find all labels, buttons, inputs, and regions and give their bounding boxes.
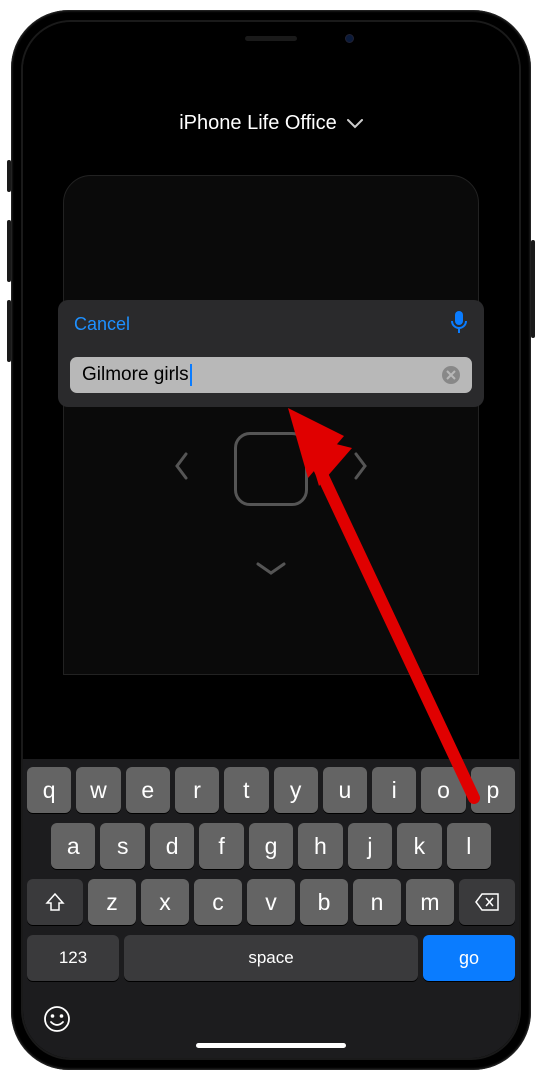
volume-down-button — [7, 300, 11, 362]
key-o[interactable]: o — [421, 767, 465, 813]
key-w[interactable]: w — [76, 767, 120, 813]
search-toolbar: Cancel — [58, 300, 484, 349]
key-t[interactable]: t — [224, 767, 268, 813]
key-h[interactable]: h — [298, 823, 342, 869]
dpad-select-button[interactable] — [234, 432, 308, 506]
dpad-row — [64, 432, 478, 506]
volume-up-button — [7, 220, 11, 282]
key-q[interactable]: q — [27, 767, 71, 813]
search-overlay: Cancel Gilmore girls — [64, 300, 478, 407]
screen: iPhone Life Office Cancel — [23, 22, 519, 1058]
backspace-key[interactable] — [459, 879, 515, 925]
key-f[interactable]: f — [199, 823, 243, 869]
front-camera — [345, 34, 354, 43]
shift-key[interactable] — [27, 879, 83, 925]
text-cursor — [190, 364, 192, 386]
search-text: Gilmore girls — [82, 364, 192, 386]
key-j[interactable]: j — [348, 823, 392, 869]
phone-device-frame: iPhone Life Office Cancel — [11, 10, 531, 1070]
chevron-down-icon — [347, 112, 363, 135]
clear-text-icon[interactable] — [442, 366, 460, 384]
key-z[interactable]: z — [88, 879, 136, 925]
key-a[interactable]: a — [51, 823, 95, 869]
device-name: iPhone Life Office — [179, 112, 337, 135]
key-d[interactable]: d — [150, 823, 194, 869]
go-key[interactable]: go — [423, 935, 515, 981]
key-x[interactable]: x — [141, 879, 189, 925]
key-l[interactable]: l — [447, 823, 491, 869]
system-keyboard: qwertyuiop asdfghjkl zxcvbnm 123 space g… — [23, 759, 519, 1058]
numeric-toggle-key[interactable]: 123 — [27, 935, 119, 981]
speaker-grille — [245, 36, 297, 41]
key-n[interactable]: n — [353, 879, 401, 925]
remote-touchpad-card: Cancel Gilmore girls — [63, 175, 479, 675]
key-c[interactable]: c — [194, 879, 242, 925]
home-indicator[interactable] — [196, 1043, 346, 1048]
keyboard-row-4: 123 space go — [27, 935, 515, 981]
dictation-icon[interactable] — [450, 310, 468, 339]
key-g[interactable]: g — [249, 823, 293, 869]
key-e[interactable]: e — [126, 767, 170, 813]
dpad-down-icon[interactable] — [256, 562, 286, 581]
key-p[interactable]: p — [471, 767, 515, 813]
power-button — [531, 240, 535, 338]
dpad-left-icon[interactable] — [156, 442, 206, 497]
key-m[interactable]: m — [406, 879, 454, 925]
keyboard-row-3: zxcvbnm — [27, 879, 515, 925]
key-k[interactable]: k — [397, 823, 441, 869]
keyboard-row-1: qwertyuiop — [27, 767, 515, 813]
phone-bezel: iPhone Life Office Cancel — [21, 20, 521, 1060]
notch — [166, 22, 376, 54]
dpad-right-icon[interactable] — [336, 442, 386, 497]
key-u[interactable]: u — [323, 767, 367, 813]
search-input[interactable]: Gilmore girls — [70, 357, 472, 393]
key-s[interactable]: s — [100, 823, 144, 869]
key-b[interactable]: b — [300, 879, 348, 925]
emoji-icon[interactable] — [43, 1005, 73, 1035]
key-v[interactable]: v — [247, 879, 295, 925]
key-r[interactable]: r — [175, 767, 219, 813]
search-row: Gilmore girls — [58, 349, 484, 407]
space-key[interactable]: space — [124, 935, 418, 981]
silence-switch — [7, 160, 11, 192]
key-i[interactable]: i — [372, 767, 416, 813]
keyboard-row-2: asdfghjkl — [27, 823, 515, 869]
device-selector[interactable]: iPhone Life Office — [179, 112, 363, 135]
key-y[interactable]: y — [274, 767, 318, 813]
keyboard-bottom-row — [27, 991, 515, 1041]
cancel-button[interactable]: Cancel — [74, 314, 130, 335]
